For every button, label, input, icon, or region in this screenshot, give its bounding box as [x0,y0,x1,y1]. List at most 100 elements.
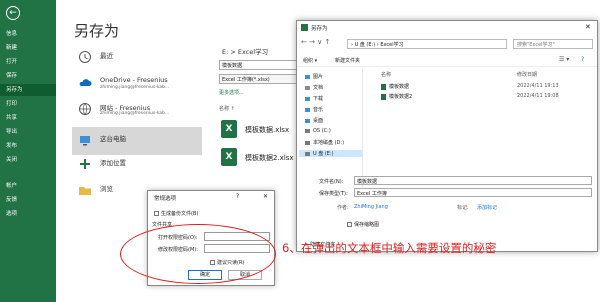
tree-item-os-c[interactable]: OS (C:) [305,128,331,134]
close-icon[interactable]: ✕ [263,193,268,200]
pc-icon [80,136,90,146]
tree-label: OS (C:) [313,128,331,134]
dialog-title: 另存为 [311,26,328,32]
tree-item-documents[interactable]: 文档 [305,84,323,91]
excel-file-icon [381,94,386,100]
drive-icon [305,140,310,145]
file-date: 2022/4/11 19:08 [517,93,559,99]
column-header-name[interactable]: 名称 [381,71,391,78]
organize-button[interactable]: 组织 ▾ [303,57,317,64]
checkbox-box [154,211,159,216]
more-options-link[interactable]: 更多选项... [219,89,244,96]
nav-item-open[interactable]: 打开 [0,56,56,68]
tree-label: U 盘 (E:) [313,151,334,157]
nav-item-new[interactable]: 新建 [0,42,56,54]
clock-icon [79,51,91,63]
tree-item-music[interactable]: 音乐 [305,106,323,113]
folder-icon [79,187,91,195]
tree-item-downloads[interactable]: 下载 [305,95,323,102]
nav-item-print[interactable]: 打印 [0,98,56,110]
location-account: zhiming.jiang@fresenius-kab... [100,111,170,116]
tree-label: 下载 [313,96,324,102]
file-row[interactable]: 模板数据2 2022/4/11 19:08 [381,93,593,101]
current-path[interactable]: E: > Excel学习 [222,46,268,56]
excel-file-icon: X [221,148,237,166]
music-icon [305,107,310,112]
close-icon[interactable]: ✕ [585,23,591,31]
backup-checkbox[interactable]: 生成备份文件(B) [154,210,198,217]
address-bar[interactable]: › U 盘 (E:) › Excel学习 [347,39,507,49]
filename-input[interactable]: 模板数据 [219,60,297,70]
nav-item-info[interactable]: 信息 [0,28,56,40]
author-label: 作者: [337,205,349,211]
pictures-icon [305,74,310,79]
new-folder-button[interactable]: 新建文件夹 [335,57,360,64]
save-thumbnail-checkbox[interactable]: 保存缩略图 [347,221,379,228]
nav-item-share[interactable]: 共享 [0,112,56,124]
search-input[interactable]: 搜索"Excel学习" [513,39,593,49]
excel-app-icon [301,24,308,31]
dialog-titlebar[interactable]: 另存为 ✕ [297,21,597,35]
location-recent[interactable]: 最近 [72,44,202,72]
file-date: 2022/4/11 19:13 [517,83,559,89]
usb-drive-icon [305,151,310,156]
nav-item-publish[interactable]: 发布 [0,140,56,152]
tree-label: 文档 [313,85,324,91]
file-name: 模板数据2 [389,94,413,100]
location-label: 添加位置 [100,159,126,167]
nav-item-export[interactable]: 导出 [0,126,56,138]
plus-icon [80,159,90,169]
column-header-name[interactable]: 名称 ↑ [219,105,235,112]
location-site[interactable]: 网站 - Fresenius zhiming.jiang@fresenius-k… [72,96,202,124]
help-icon[interactable]: ? [236,193,239,200]
location-label: 这台电脑 [100,135,126,143]
filetype-select[interactable]: Excel 工作簿 [354,188,592,197]
location-label: 最近 [100,52,113,60]
file-name: 模板数据 [389,84,410,90]
filename-field[interactable]: 模板数据 [354,176,592,185]
nav-item-save[interactable]: 保存 [0,70,56,82]
nav-item-feedback[interactable]: 反馈 [0,194,56,206]
help-icon[interactable]: ? [581,56,584,63]
location-onedrive[interactable]: OneDrive - Fresenius zhiming.jiang@frese… [72,70,202,98]
location-account: zhiming.jiang@fresenius-kab... [100,85,170,90]
file-row[interactable]: 模板数据 2022/4/11 19:13 [381,83,593,91]
filetype-select[interactable]: Excel 工作簿(*.xlsx) [219,74,297,84]
tree-item-usb-e[interactable]: U 盘 (E:) [299,150,362,157]
excel-file-icon: X [221,120,237,138]
tree-item-local-d[interactable]: 本地磁盘 (D:) [305,139,344,146]
globe-icon [79,103,91,115]
nav-item-close[interactable]: 关闭 [0,154,56,166]
page-title: 另存为 [74,22,120,40]
nav-arrows[interactable]: ← → ∨ ↑ [301,38,330,46]
tree-item-pictures[interactable]: 图片 [305,73,323,80]
location-add-place[interactable]: 添加位置 [72,151,202,179]
save-as-dialog: 另存为 ✕ ← → ∨ ↑ › U 盘 (E:) › Excel学习 搜索"Ex… [296,20,598,252]
dialog-title: 常规选项 [154,196,177,202]
tree-label: 图片 [313,74,324,80]
checkbox-label: 保存缩略图 [354,222,380,228]
tags-label: 标记: [457,205,469,211]
view-options-button[interactable]: ☰ ▾ [559,56,569,63]
tags-field[interactable]: 添加标记 [477,204,497,211]
file-item[interactable]: X 模板数据2.xlsx [221,148,301,166]
column-header-date[interactable]: 修改日期 [517,71,537,78]
file-item[interactable]: X 模板数据.xlsx [221,120,301,138]
filetype-label: 保存类型(T): [319,191,348,197]
onedrive-icon [79,79,92,86]
nav-item-account[interactable]: 帐户 [0,180,56,192]
drive-icon [305,128,310,133]
tree-item-desktop[interactable]: 桌面 [305,117,323,124]
downloads-icon [305,96,310,101]
author-field[interactable]: ZhiMing Jiang [354,204,388,210]
navigation-pane: 图片 文档 下载 音乐 桌面 OS (C:) 本地磁盘 (D:) U 盘 (E:… [297,69,363,187]
dialog-toolbar: 组织 ▾ 新建文件夹 ☰ ▾ ? [297,54,597,67]
tree-label: 本地磁盘 (D:) [313,140,345,146]
nav-item-save-as[interactable]: 另存为 [0,84,56,96]
back-arrow-icon[interactable]: ← [6,6,20,20]
location-label: 浏览 [100,185,113,193]
backstage-nav: ← 信息 新建 打开 保存 另存为 打印 共享 导出 发布 关闭 帐户 反馈 选… [0,0,56,302]
nav-item-options[interactable]: 选项 [0,208,56,220]
excel-file-icon [381,84,386,90]
checkbox-box [347,222,352,227]
